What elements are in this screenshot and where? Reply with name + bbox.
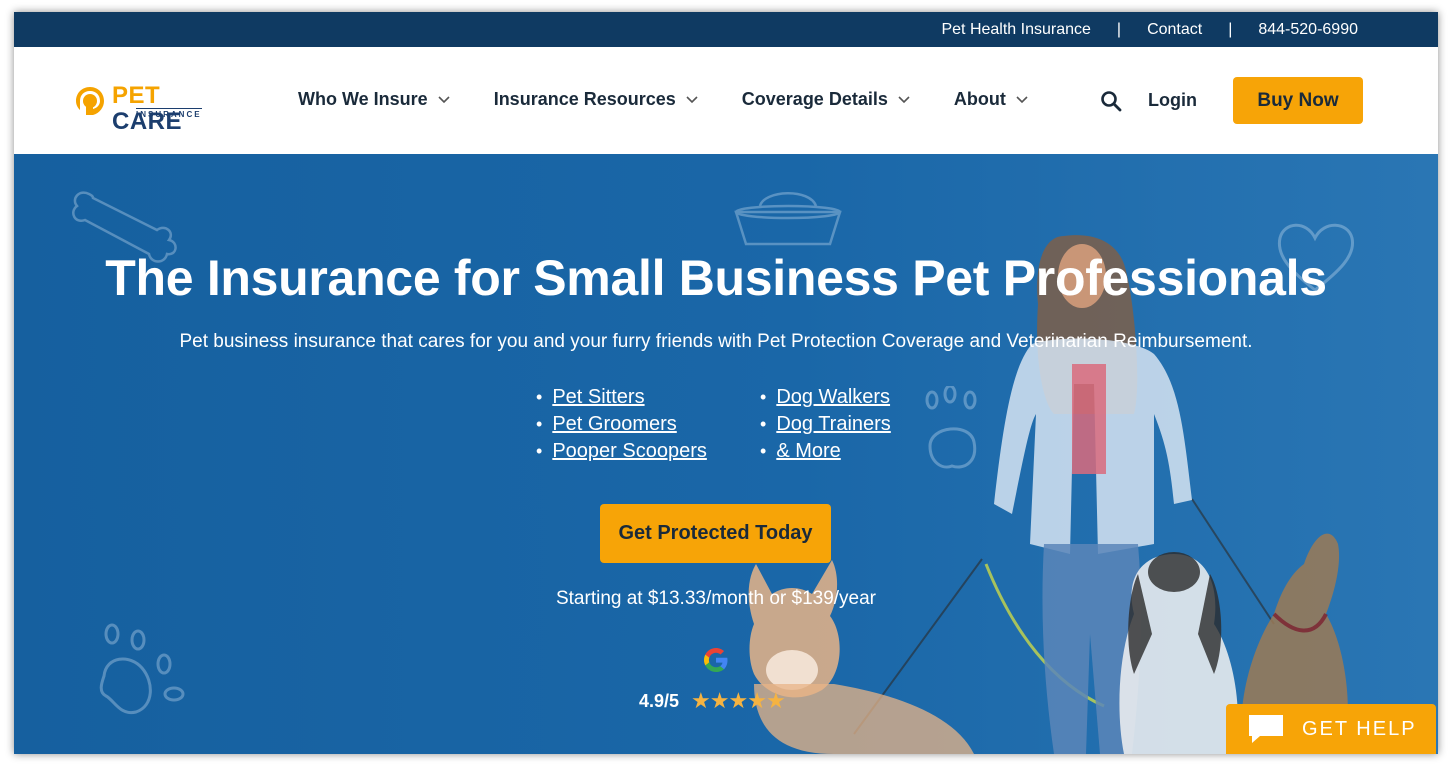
- menu-insurance-resources[interactable]: Insurance Resources: [494, 89, 698, 110]
- contact-link[interactable]: Contact: [1147, 21, 1202, 39]
- buy-now-button[interactable]: Buy Now: [1233, 77, 1363, 124]
- menu-label: Coverage Details: [741, 89, 888, 109]
- chevron-down-icon: [438, 95, 450, 103]
- get-protected-button[interactable]: Get Protected Today: [600, 504, 831, 563]
- phone-link[interactable]: 844-520-6990: [1258, 21, 1358, 39]
- menu-about[interactable]: About: [954, 89, 1028, 110]
- paw-icon: [99, 623, 185, 715]
- top-utility-bar: Pet Health Insurance | Contact | 844-520…: [14, 12, 1438, 47]
- get-help-button[interactable]: GET HELP: [1226, 704, 1436, 754]
- chevron-down-icon: [898, 95, 910, 103]
- professions-list-left: Pet Sitters Pet Groomers Pooper Scoopers: [536, 384, 707, 465]
- chat-bubble-icon: [1249, 715, 1283, 743]
- pet-health-insurance-link[interactable]: Pet Health Insurance: [941, 21, 1090, 39]
- pet-sitters-link[interactable]: Pet Sitters: [552, 384, 644, 411]
- list-item: Pooper Scoopers: [536, 438, 707, 465]
- search-icon[interactable]: [1100, 90, 1122, 112]
- list-item: Pet Groomers: [536, 411, 707, 438]
- pet-care-logo[interactable]: PET CARE INSURANCE: [74, 82, 234, 135]
- google-icon: [704, 648, 728, 672]
- pet-groomers-link[interactable]: Pet Groomers: [552, 411, 676, 438]
- primary-menu: Who We Insure Insurance Resources Covera…: [298, 89, 1072, 110]
- chevron-down-icon: [1016, 95, 1028, 103]
- professions-list-right: Dog Walkers Dog Trainers & More: [760, 384, 891, 465]
- list-item: & More: [760, 438, 891, 465]
- login-link[interactable]: Login: [1148, 90, 1197, 111]
- list-item: Dog Walkers: [760, 384, 891, 411]
- dog-trainers-link[interactable]: Dog Trainers: [776, 411, 891, 438]
- rating: 4.9/5 ★★★★★: [639, 688, 786, 714]
- star-icon: ★★★★★: [691, 688, 786, 713]
- get-help-label: GET HELP: [1302, 717, 1417, 740]
- logo-mark-icon: [76, 87, 104, 115]
- dog-walkers-link[interactable]: Dog Walkers: [776, 384, 890, 411]
- logo-word-pet: PET: [112, 82, 161, 109]
- price-text: Starting at $13.33/month or $139/year: [555, 588, 877, 609]
- hero-section: The Insurance for Small Business Pet Pro…: [14, 154, 1438, 754]
- hero-title: The Insurance for Small Business Pet Pro…: [105, 250, 1327, 306]
- menu-coverage-details[interactable]: Coverage Details: [742, 89, 910, 110]
- separator: |: [1116, 20, 1122, 38]
- pooper-scoopers-link[interactable]: Pooper Scoopers: [552, 438, 707, 465]
- hero-subtitle: Pet business insurance that cares for yo…: [179, 331, 1253, 352]
- list-item: Dog Trainers: [760, 411, 891, 438]
- chevron-down-icon: [686, 95, 698, 103]
- separator: |: [1228, 20, 1233, 38]
- rating-score: 4.9/5: [639, 690, 680, 711]
- menu-label: About: [953, 89, 1006, 109]
- list-item: Pet Sitters: [536, 384, 707, 411]
- and-more-link[interactable]: & More: [776, 438, 840, 465]
- menu-label: Who We Insure: [298, 89, 428, 109]
- menu-who-we-insure[interactable]: Who We Insure: [298, 89, 450, 110]
- menu-label: Insurance Resources: [493, 89, 676, 109]
- main-nav: PET CARE INSURANCE Who We Insure Insuran…: [14, 47, 1438, 154]
- logo-subtitle: INSURANCE: [136, 108, 202, 119]
- browser-frame: Pet Health Insurance | Contact | 844-520…: [14, 12, 1438, 754]
